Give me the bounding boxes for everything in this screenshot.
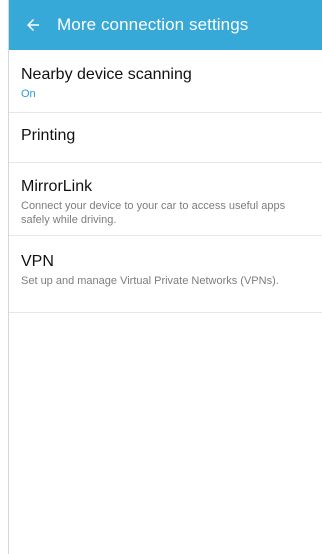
list-item-nearby-device-scanning[interactable]: Nearby device scanning On	[9, 50, 322, 113]
item-description: Connect your device to your car to acces…	[21, 200, 286, 226]
arrow-left-icon	[27, 19, 39, 31]
settings-screen: More connection settings Nearby device s…	[8, 0, 322, 554]
back-button[interactable]	[21, 13, 45, 37]
item-title: Printing	[21, 127, 76, 144]
item-title: Nearby device scanning	[21, 66, 192, 83]
list-item-printing[interactable]: Printing	[9, 113, 322, 163]
list-item-vpn[interactable]: VPN Set up and manage Virtual Private Ne…	[9, 236, 322, 313]
page-title: More connection settings	[57, 15, 249, 34]
list-item-mirrorlink[interactable]: MirrorLink Connect your device to your c…	[9, 163, 322, 236]
app-bar: More connection settings	[9, 0, 322, 50]
item-status: On	[21, 88, 36, 100]
item-title: MirrorLink	[21, 178, 93, 195]
item-title: VPN	[21, 253, 54, 270]
settings-list: Nearby device scanning On Printing Mirro…	[9, 50, 322, 313]
item-description: Set up and manage Virtual Private Networ…	[21, 275, 279, 287]
